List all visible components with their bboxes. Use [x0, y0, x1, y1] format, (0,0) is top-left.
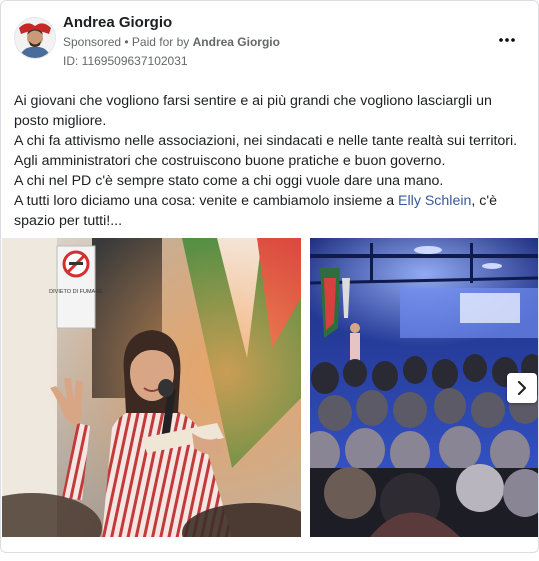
post-line: A chi fa attivismo nelle associazioni, n… [14, 133, 518, 149]
chevron-right-icon [518, 381, 526, 395]
ad-id: ID: 1169509637102031 [63, 54, 188, 68]
speaker-photo: DIVIETO DI FUMARE [2, 238, 301, 537]
post-line: Ai giovani che vogliono farsi sentire e … [14, 93, 492, 129]
post-line: Agli amministratori che costruiscono buo… [14, 153, 446, 169]
payer-name: Andrea Giorgio [192, 35, 280, 49]
meta-separator: • [121, 35, 132, 49]
post-text-segment: A tutti loro diciamo una cosa: venite e … [14, 193, 399, 209]
sign-text: DIVIETO DI FUMARE [49, 289, 103, 295]
carousel-image-crowd[interactable] [310, 238, 538, 537]
paid-for-label: Paid for by [131, 35, 193, 49]
post-line: A chi nel PD c'è sempre stato come a chi… [14, 173, 444, 189]
more-options-button[interactable] [494, 31, 520, 51]
post-body: Ai giovani che vogliono farsi sentire e … [14, 91, 526, 231]
sponsored-label: Sponsored [63, 35, 122, 49]
crowd-photo [310, 238, 538, 537]
carousel-next-button[interactable] [507, 373, 537, 403]
sponsored-meta: Sponsored • Paid for by Andrea Giorgio [63, 35, 280, 49]
avatar-image [15, 18, 55, 58]
more-options-icon [499, 38, 515, 42]
mention-link[interactable]: Elly Schlein [398, 193, 471, 209]
ad-card: Andrea Giorgio Sponsored • Paid for by A… [0, 0, 539, 553]
post-line-last: A tutti loro diciamo una cosa: venite e … [14, 191, 526, 231]
carousel-image-speaker[interactable]: DIVIETO DI FUMARE [2, 238, 301, 537]
author-name[interactable]: Andrea Giorgio [63, 14, 172, 31]
avatar[interactable] [14, 17, 56, 59]
